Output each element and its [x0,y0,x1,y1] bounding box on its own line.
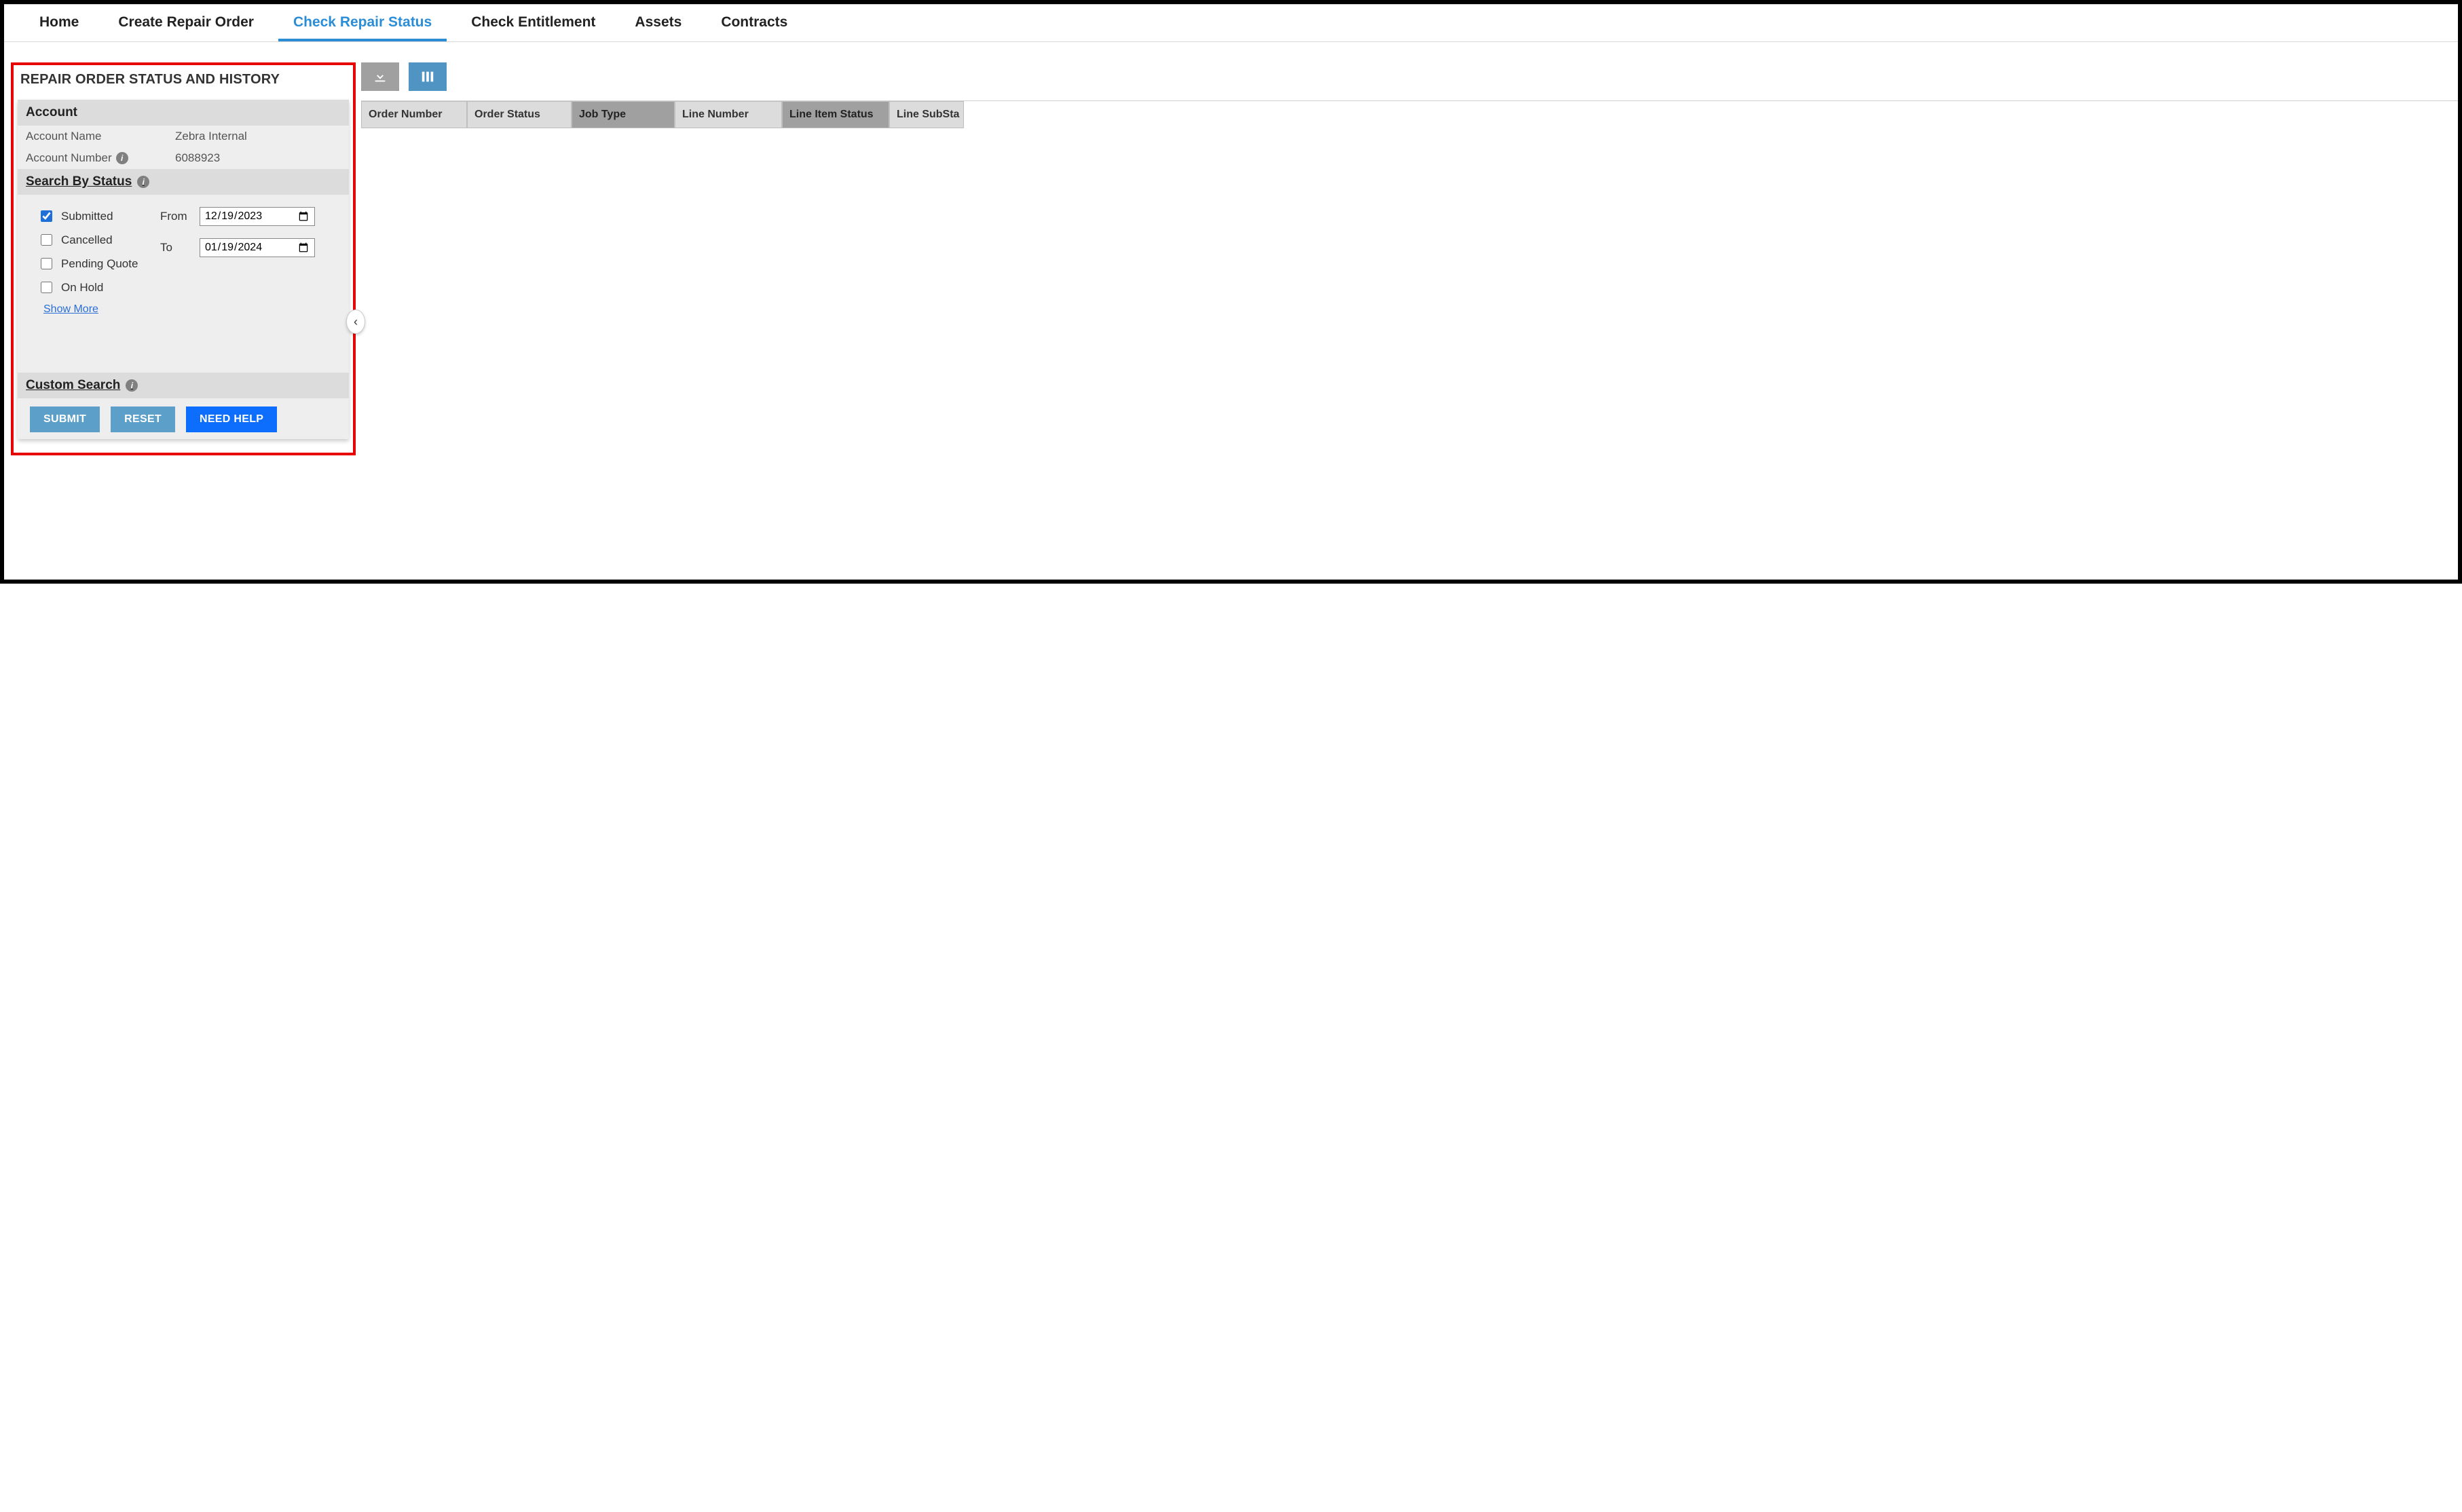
status-option: Submitted [38,204,153,228]
panel-title: REPAIR ORDER STATUS AND HISTORY [18,69,349,97]
tab-check-repair-status[interactable]: Check Repair Status [278,5,447,41]
download-button[interactable] [361,62,399,91]
tab-assets[interactable]: Assets [620,5,696,41]
tab-home[interactable]: Home [24,5,94,41]
account-number-row: Account Number i 6088923 [18,147,349,169]
nav-tabs: HomeCreate Repair OrderCheck Repair Stat… [4,4,2458,42]
status-label: Pending Quote [61,257,138,271]
columns-icon [420,69,435,84]
account-section-header: Account [18,100,349,126]
column-header-order-number[interactable]: Order Number [361,101,467,128]
columns-button[interactable] [409,62,447,91]
status-checkbox-cancelled[interactable] [41,234,52,246]
account-number-value: 6088923 [175,151,341,165]
results-table: Order NumberOrder StatusJob TypeLine Num… [361,100,2458,128]
from-label: From [160,210,193,223]
left-panel-highlight: REPAIR ORDER STATUS AND HISTORY Account … [11,62,356,455]
search-by-status-header[interactable]: Search By Status i [18,169,349,195]
status-option: Pending Quote [38,252,153,276]
tab-contracts[interactable]: Contracts [706,5,802,41]
custom-search-header[interactable]: Custom Search i [18,373,349,398]
column-header-line-item-status[interactable]: Line Item Status [782,101,889,128]
column-header-line-substa[interactable]: Line SubSta [889,101,964,128]
collapse-handle[interactable]: ‹ [346,309,365,334]
info-icon[interactable]: i [137,176,149,188]
info-icon[interactable]: i [116,152,128,164]
column-header-job-type[interactable]: Job Type [572,101,675,128]
account-name-label: Account Name [26,130,175,143]
download-icon [373,69,388,84]
account-number-label: Account Number i [26,151,175,165]
account-name-row: Account Name Zebra Internal [18,126,349,147]
to-label: To [160,241,193,254]
status-option: On Hold [38,276,153,299]
from-date-input[interactable] [200,207,315,226]
chevron-left-icon: ‹ [354,315,358,329]
column-header-order-status[interactable]: Order Status [467,101,572,128]
status-checkbox-pending-quote[interactable] [41,258,52,269]
need-help-button[interactable]: NEED HELP [186,407,277,432]
reset-button[interactable]: RESET [111,407,175,432]
show-more-link[interactable]: Show More [38,299,153,316]
tab-check-entitlement[interactable]: Check Entitlement [456,5,610,41]
status-checkbox-submitted[interactable] [41,210,52,222]
info-icon[interactable]: i [126,379,138,392]
tab-create-repair-order[interactable]: Create Repair Order [103,5,269,41]
status-option: Cancelled [38,228,153,252]
status-label: Cancelled [61,233,113,247]
account-name-value: Zebra Internal [175,130,341,143]
status-label: On Hold [61,281,103,295]
column-header-line-number[interactable]: Line Number [675,101,782,128]
to-date-input[interactable] [200,238,315,257]
panel-body: Account Account Name Zebra Internal Acco… [18,100,349,439]
status-checkbox-on-hold[interactable] [41,282,52,293]
status-label: Submitted [61,210,113,223]
submit-button[interactable]: SUBMIT [30,407,100,432]
